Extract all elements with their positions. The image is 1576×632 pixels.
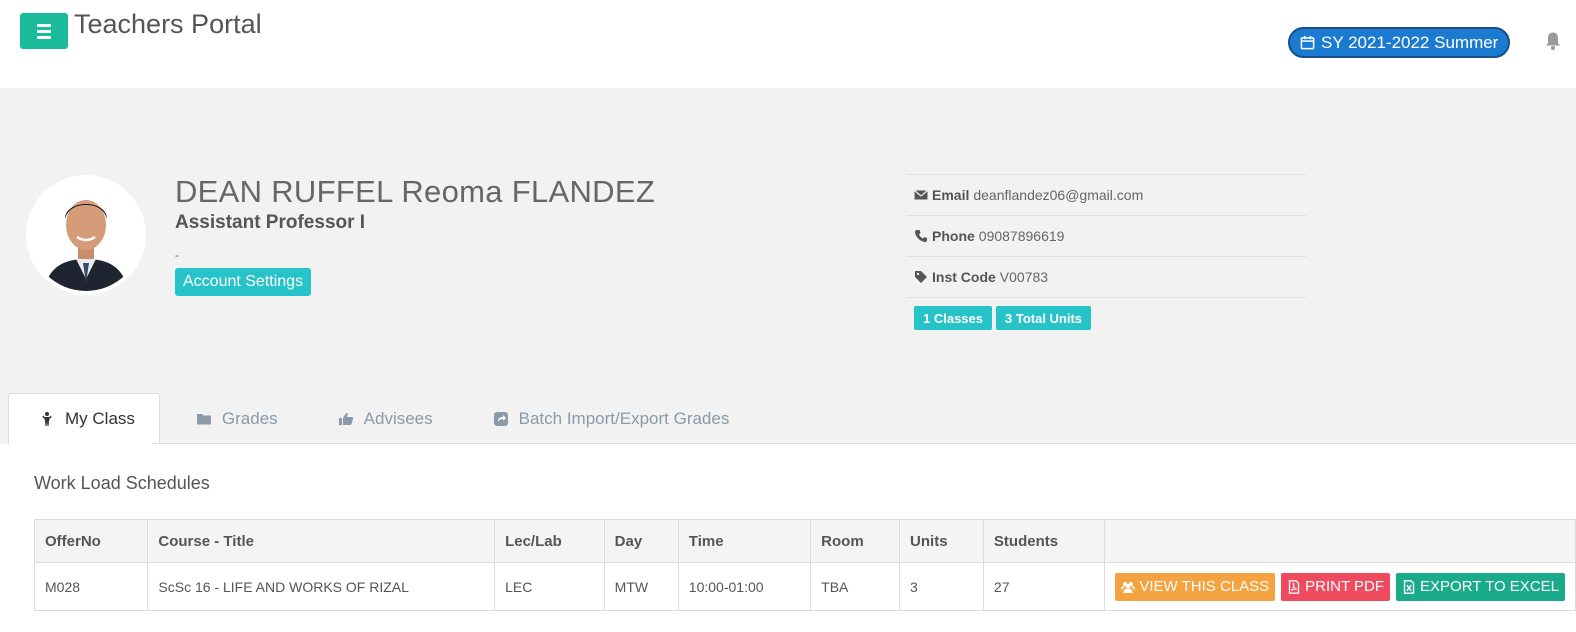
day-cell: MTW — [603, 562, 679, 611]
column-header: Course - Title — [147, 519, 496, 563]
column-header: Lec/Lab — [494, 519, 605, 563]
tag-icon — [915, 271, 927, 283]
phone-label: Phone — [932, 228, 975, 244]
table-header-row: OfferNo Course - Title Lec/Lab Day Time … — [33, 519, 1576, 563]
view-class-label: VIEW THIS CLASS — [1139, 578, 1270, 595]
tab-grades[interactable]: Grades — [160, 393, 308, 444]
users-icon — [1121, 581, 1136, 593]
tab-divider — [152, 443, 1576, 444]
account-settings-button[interactable]: Account Settings — [175, 268, 312, 296]
tab-label: My Class — [65, 409, 135, 428]
avatar — [26, 175, 146, 295]
envelope-icon — [914, 190, 928, 200]
export-excel-label: EXPORT TO EXCEL — [1420, 578, 1559, 595]
inst-code-row: Inst Code V00783 — [906, 256, 1306, 297]
view-class-button[interactable]: VIEW THIS CLASS — [1115, 572, 1276, 601]
folder-icon — [196, 413, 211, 424]
share-icon — [493, 411, 508, 426]
section-title: Work Load Schedules — [34, 473, 210, 493]
tab-label: Batch Import/Export Grades — [518, 408, 730, 428]
email-label: Email — [932, 187, 970, 203]
top-bar: Teachers Portal SY 2021-2022 Summer — [0, 0, 1576, 88]
table-row: M028 ScSc 16 - LIFE AND WORKS OF RIZAL L… — [33, 562, 1576, 611]
tab-batch-import-export[interactable]: Batch Import/Export Grades — [463, 393, 760, 444]
inst-code-value: V00783 — [999, 269, 1049, 285]
units-cell: 3 — [899, 562, 984, 611]
teacher-position: Assistant Professor I — [175, 212, 366, 233]
room-cell: TBA — [810, 562, 901, 611]
placeholder-dash: - — [175, 250, 179, 262]
tab-label: Grades — [221, 408, 278, 428]
time-cell: 10:00-01:00 — [677, 562, 812, 611]
profile-photo — [30, 179, 142, 291]
email-row: Email deanflandez06@gmail.com — [906, 174, 1306, 215]
column-header: Students — [982, 519, 1106, 563]
print-pdf-label: PRINT PDF — [1305, 578, 1385, 595]
school-year-label: SY 2021-2022 Summer — [1321, 32, 1499, 52]
column-header: Room — [810, 519, 901, 563]
excel-file-icon — [1403, 579, 1415, 594]
workload-table: OfferNo Course - Title Lec/Lab Day Time … — [33, 519, 1576, 611]
phone-row: Phone 09087896619 — [906, 215, 1306, 256]
lec-lab-cell: LEC — [494, 562, 605, 611]
email-value: deanflandez06@gmail.com — [973, 187, 1144, 203]
actions-cell: VIEW THIS CLASS PRINT PDF EXPORT TO EXCE… — [1104, 562, 1576, 611]
row-actions: VIEW THIS CLASS PRINT PDF EXPORT TO EXCE… — [1115, 572, 1565, 601]
course-title-cell: ScSc 16 - LIFE AND WORKS OF RIZAL — [147, 562, 496, 611]
pdf-file-icon — [1288, 579, 1300, 594]
total-units-badge: 3 Total Units — [996, 306, 1092, 330]
tab-label: Advisees — [363, 408, 433, 428]
classes-badge: 1 Classes — [914, 306, 992, 330]
bell-icon[interactable] — [1544, 31, 1562, 51]
phone-value: 09087896619 — [978, 228, 1065, 244]
column-header: Day — [603, 519, 679, 563]
students-cell: 27 — [982, 562, 1106, 611]
app-title: Teachers Portal — [74, 9, 262, 39]
column-header — [1104, 519, 1576, 563]
tab-bar: My Class Grades Advisees Batch Import/Ex… — [8, 393, 759, 444]
phone-icon — [915, 230, 927, 242]
export-excel-button[interactable]: EXPORT TO EXCEL — [1396, 572, 1565, 601]
person-icon — [42, 412, 52, 426]
calendar-icon — [1300, 35, 1315, 50]
school-year-button[interactable]: SY 2021-2022 Summer — [1288, 27, 1511, 58]
column-header: OfferNo — [33, 519, 149, 563]
column-header: Units — [899, 519, 984, 563]
thumbs-up-icon — [338, 412, 353, 425]
tab-advisees[interactable]: Advisees — [308, 393, 463, 444]
tab-my-class[interactable]: My Class — [8, 393, 160, 444]
print-pdf-button[interactable]: PRINT PDF — [1281, 572, 1391, 601]
hamburger-icon — [37, 23, 51, 27]
column-header: Time — [677, 519, 812, 563]
profile-band — [0, 88, 1576, 444]
menu-toggle-button[interactable] — [20, 13, 68, 49]
offer-no-cell: M028 — [33, 562, 149, 611]
inst-code-label: Inst Code — [932, 269, 996, 285]
teacher-name: DEAN RUFFEL Reoma FLANDEZ — [175, 174, 656, 209]
summary-badges: 1 Classes 3 Total Units — [914, 306, 1092, 330]
